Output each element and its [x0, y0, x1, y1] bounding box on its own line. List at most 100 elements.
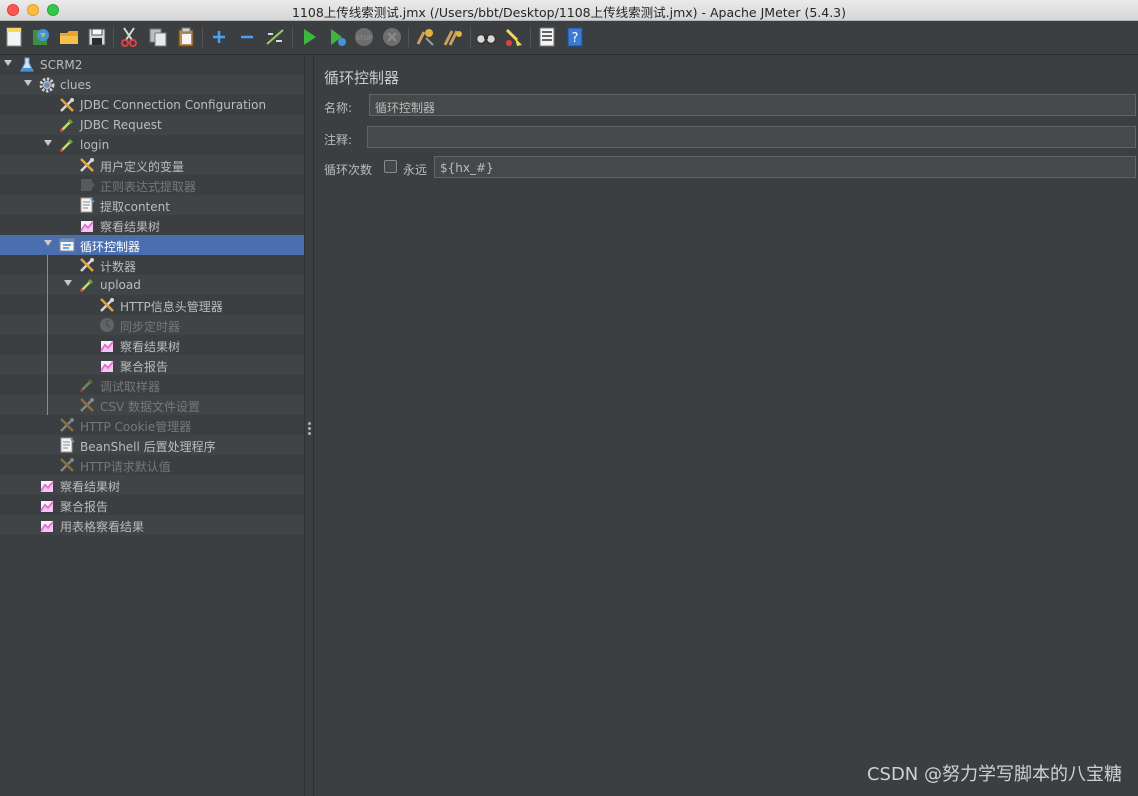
comment-field[interactable]	[367, 126, 1136, 148]
forever-label: 永远	[403, 163, 428, 177]
graph-icon	[38, 496, 56, 514]
tree-node-label: 察看结果树	[60, 480, 121, 494]
pipette-icon	[78, 276, 96, 294]
window-title: 1108上传线索测试.jmx (/Users/bbt/Desktop/1108上…	[291, 5, 847, 20]
graph-icon	[78, 216, 96, 234]
clear-broom-icon[interactable]	[413, 25, 437, 49]
shutdown-icon[interactable]	[380, 25, 404, 49]
stop-icon[interactable]: STOP	[352, 25, 376, 49]
play-icon[interactable]	[297, 25, 321, 49]
open-folder-icon[interactable]	[57, 25, 81, 49]
tree-node[interactable]: 循环控制器	[0, 235, 304, 255]
tree-node-label: 正则表达式提取器	[100, 180, 197, 194]
save-disk-icon[interactable]	[85, 25, 109, 49]
svg-text:STOP: STOP	[356, 35, 372, 42]
tree-node[interactable]: HTTP信息头管理器	[0, 295, 304, 315]
tree-node-label: upload	[100, 278, 141, 292]
tree-node-label: 聚合报告	[120, 360, 169, 374]
tree-node-label: HTTP请求默认值	[80, 460, 171, 474]
graph-icon	[98, 356, 116, 374]
plus-icon[interactable]	[207, 25, 231, 49]
tree-node[interactable]: 计数器	[0, 255, 304, 275]
scissors-icon[interactable]	[117, 25, 141, 49]
tree-node[interactable]: 察看结果树	[0, 215, 304, 235]
forever-checkbox[interactable]	[384, 160, 397, 173]
document-icon	[78, 196, 96, 214]
tree-node[interactable]: 提取content	[0, 195, 304, 215]
tree-node[interactable]: BeanShell 后置处理程序	[0, 435, 304, 455]
binoculars-icon[interactable]	[474, 25, 498, 49]
tree-node-label: BeanShell 后置处理程序	[80, 440, 216, 454]
tree-node-label: CSV 数据文件设置	[100, 400, 201, 414]
tree-node-label: 计数器	[100, 260, 137, 274]
pipette-icon	[58, 136, 76, 154]
paste-icon[interactable]	[174, 25, 198, 49]
loop-count-field[interactable]: ${hx_#}	[434, 156, 1136, 178]
extractor-icon	[78, 176, 96, 194]
tree-node-label: JDBC Request	[80, 118, 162, 132]
wrench-screwdriver-icon	[98, 296, 116, 314]
tree-node-label: 调试取样器	[100, 380, 161, 394]
wrench-screwdriver-icon	[78, 156, 96, 174]
expand-toggle-icon[interactable]	[44, 240, 52, 246]
tree-node-label: 聚合报告	[60, 500, 109, 514]
tree-node[interactable]: 聚合报告	[0, 495, 304, 515]
tree-node-label: 用表格察看结果	[60, 520, 145, 534]
main-toolbar: STOP ?	[0, 21, 1138, 55]
help-book-icon[interactable]: ?	[563, 25, 587, 49]
document-icon	[58, 436, 76, 454]
tree-node[interactable]: CSV 数据文件设置	[0, 395, 304, 415]
tree-node[interactable]: clues	[0, 75, 304, 95]
wrench-screwdriver-icon	[58, 416, 76, 434]
tree-node[interactable]: 察看结果树	[0, 335, 304, 355]
minus-icon[interactable]	[235, 25, 259, 49]
tree-node-label: 察看结果树	[120, 340, 181, 354]
toggle-icon[interactable]	[263, 25, 287, 49]
pane-splitter[interactable]	[304, 55, 314, 796]
tree-node[interactable]: 同步定时器	[0, 315, 304, 335]
tree-node[interactable]: login	[0, 135, 304, 155]
tree-guide-line	[47, 255, 48, 415]
expand-toggle-icon[interactable]	[44, 140, 52, 146]
pipette-icon	[78, 376, 96, 394]
gear-icon	[38, 76, 56, 94]
tree-node[interactable]: HTTP请求默认值	[0, 455, 304, 475]
tree-node-label: 察看结果树	[100, 220, 161, 234]
expand-toggle-icon[interactable]	[24, 80, 32, 86]
watermark: CSDN @努力学写脚本的八宝糖	[866, 764, 1122, 785]
tree-node[interactable]: 用户定义的变量	[0, 155, 304, 175]
tree-node[interactable]: 正则表达式提取器	[0, 175, 304, 195]
expand-toggle-icon[interactable]	[64, 280, 72, 286]
tree-node[interactable]: 察看结果树	[0, 475, 304, 495]
tree-node[interactable]: 聚合报告	[0, 355, 304, 375]
tree-node-label: 提取content	[100, 200, 170, 214]
tree-node[interactable]: HTTP Cookie管理器	[0, 415, 304, 435]
tree-node[interactable]: 用表格察看结果	[0, 515, 304, 535]
flask-icon	[18, 56, 36, 74]
svg-text:?: ?	[572, 31, 579, 46]
timer-icon	[98, 316, 116, 334]
function-list-icon[interactable]	[535, 25, 559, 49]
tree-node[interactable]: upload	[0, 275, 304, 295]
expand-toggle-icon[interactable]	[4, 60, 12, 66]
new-file-icon[interactable]	[2, 25, 26, 49]
name-field[interactable]: 循环控制器	[369, 94, 1136, 116]
templates-icon[interactable]	[29, 25, 53, 49]
graph-icon	[98, 336, 116, 354]
graph-icon	[38, 476, 56, 494]
tree-node[interactable]: SCRM2	[0, 55, 304, 75]
wrench-screwdriver-icon	[78, 396, 96, 414]
tree-node[interactable]: 调试取样器	[0, 375, 304, 395]
reset-search-broom-icon[interactable]	[502, 25, 526, 49]
copy-icon[interactable]	[146, 25, 170, 49]
tree-node-label: login	[80, 138, 110, 152]
tree-node[interactable]: JDBC Request	[0, 115, 304, 135]
play-no-pause-icon[interactable]	[325, 25, 349, 49]
loop-count-label: 循环次数	[324, 163, 373, 177]
comment-label: 注释:	[324, 133, 353, 147]
wrench-screwdriver-icon	[78, 256, 96, 274]
test-plan-tree[interactable]: SCRM2 clues JDBC Connection Configuration J…	[0, 55, 304, 796]
wrench-screwdriver-icon	[58, 456, 76, 474]
tree-node[interactable]: JDBC Connection Configuration	[0, 95, 304, 115]
clear-all-broom-icon[interactable]	[441, 25, 465, 49]
